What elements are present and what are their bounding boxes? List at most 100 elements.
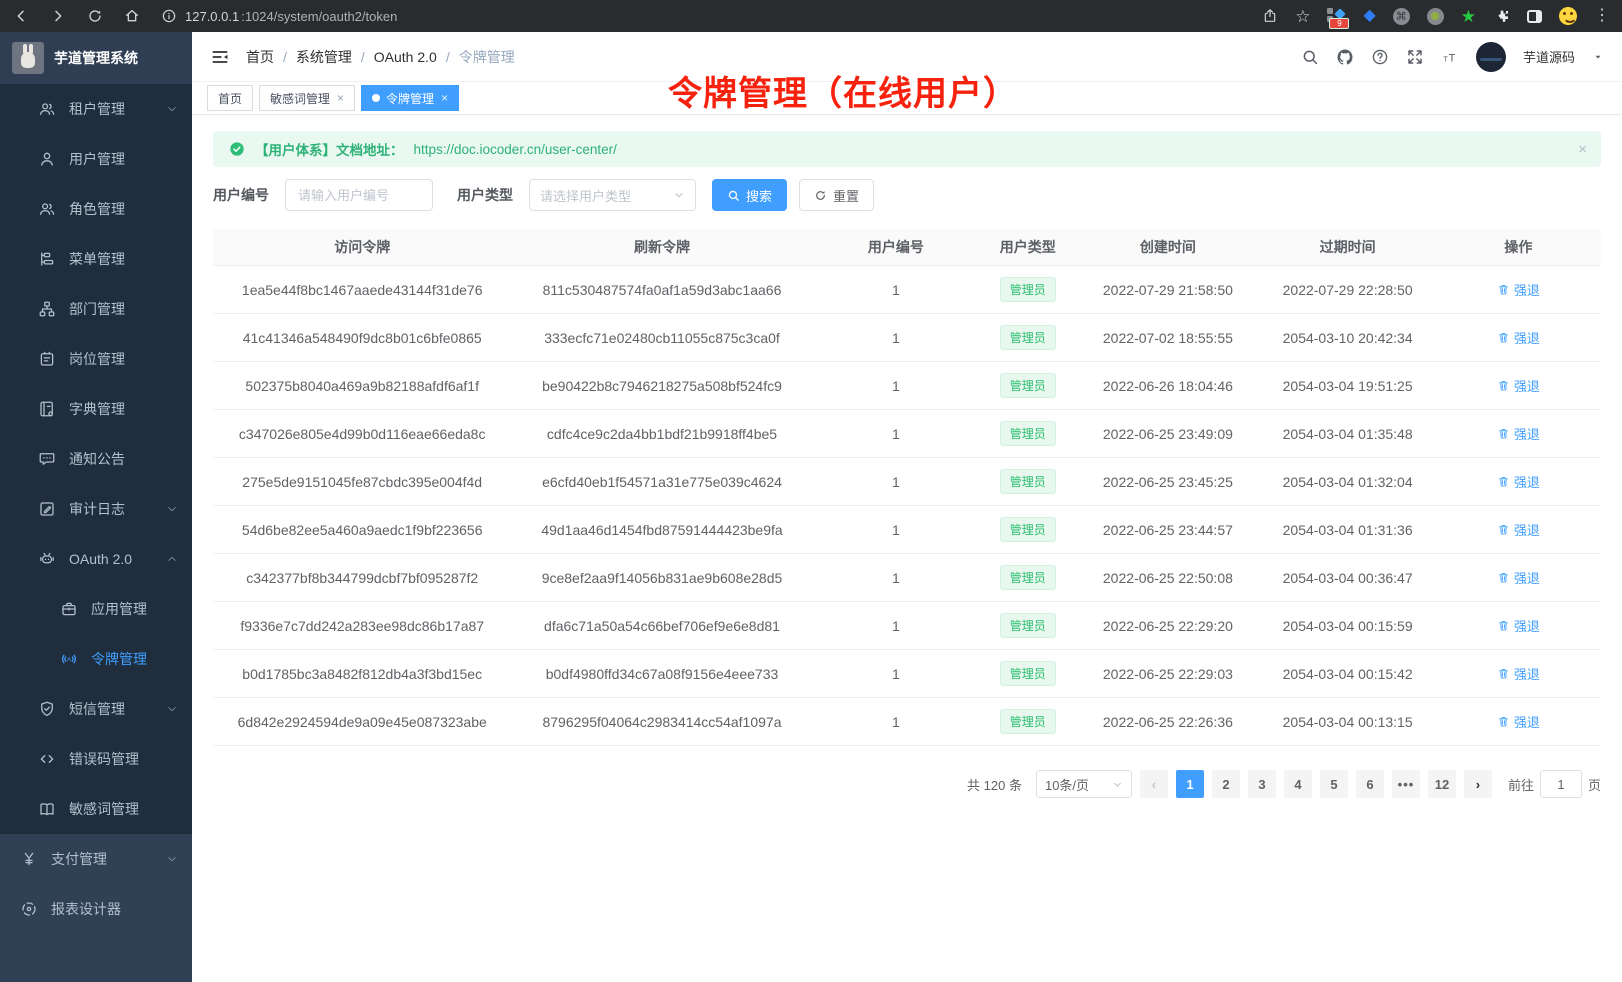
- puzzle-extensions-icon[interactable]: [1493, 8, 1510, 25]
- browser-back-icon[interactable]: [12, 8, 29, 25]
- collapse-sidebar-icon[interactable]: [210, 47, 230, 67]
- message-icon: [38, 450, 56, 468]
- force-logout-button[interactable]: 强退: [1497, 568, 1540, 587]
- user-id-cell: 1: [813, 426, 980, 442]
- tab-0[interactable]: 首页: [207, 85, 253, 111]
- next-page-button[interactable]: ›: [1464, 770, 1492, 798]
- sidebar-item-5[interactable]: 岗位管理: [0, 334, 192, 384]
- sidebar-item-14[interactable]: 敏感词管理: [0, 784, 192, 834]
- profile-avatar-icon[interactable]: [1559, 7, 1577, 25]
- force-logout-button[interactable]: 强退: [1497, 616, 1540, 635]
- column-header-0: 访问令牌: [213, 237, 511, 257]
- page-button-1[interactable]: 1: [1176, 770, 1204, 798]
- force-logout-button[interactable]: 强退: [1497, 328, 1540, 347]
- tab-2[interactable]: 令牌管理×: [361, 85, 459, 111]
- browser-forward-icon[interactable]: [49, 8, 66, 25]
- dot-extension-icon[interactable]: [1427, 8, 1444, 25]
- user-type-select[interactable]: 请选择用户类型: [529, 179, 696, 211]
- sidebar-item-16[interactable]: 报表设计器: [0, 884, 192, 934]
- sidebar-item-6[interactable]: 字典管理: [0, 384, 192, 434]
- force-logout-button[interactable]: 强退: [1497, 520, 1540, 539]
- force-logout-button[interactable]: 强退: [1497, 280, 1540, 299]
- breadcrumb-item-1[interactable]: 系统管理: [296, 47, 352, 67]
- alert-close-icon[interactable]: ×: [1578, 141, 1587, 158]
- force-logout-button[interactable]: 强退: [1497, 664, 1540, 683]
- sidebar-item-12[interactable]: 短信管理: [0, 684, 192, 734]
- share-icon[interactable]: [1261, 8, 1278, 25]
- force-logout-button[interactable]: 强退: [1497, 712, 1540, 731]
- sidebar-item-3[interactable]: 菜单管理: [0, 234, 192, 284]
- sidebar-item-11[interactable]: A令牌管理: [0, 634, 192, 684]
- sidebar-item-8[interactable]: 审计日志: [0, 484, 192, 534]
- page-info-icon[interactable]: [160, 8, 177, 25]
- help-icon[interactable]: [1371, 48, 1389, 66]
- extension-with-badge-icon[interactable]: 9: [1327, 8, 1346, 24]
- refresh-token-cell: dfa6c71a50a54c66bef706ef9e6e8d81: [511, 618, 812, 634]
- app-logo[interactable]: 芋道管理系统: [0, 32, 192, 84]
- prev-page-button[interactable]: ‹: [1140, 770, 1168, 798]
- force-logout-button[interactable]: 强退: [1497, 424, 1540, 443]
- column-header-6: 操作: [1436, 237, 1601, 257]
- user-name[interactable]: 芋道源码: [1523, 47, 1575, 66]
- breadcrumb-item-2[interactable]: OAuth 2.0: [374, 49, 437, 65]
- sidebar-item-label: 审计日志: [69, 499, 125, 519]
- reset-button[interactable]: 重置: [799, 179, 874, 211]
- command-extension-icon[interactable]: ⌘: [1393, 8, 1410, 25]
- page-button-2[interactable]: 2: [1212, 770, 1240, 798]
- tab-1[interactable]: 敏感词管理×: [259, 85, 355, 111]
- browser-reload-icon[interactable]: [86, 8, 103, 25]
- side-panel-icon[interactable]: [1527, 10, 1542, 23]
- page-button-6[interactable]: 6: [1356, 770, 1384, 798]
- sidebar-item-15[interactable]: 支付管理: [0, 834, 192, 884]
- sidebar-item-label: 应用管理: [91, 599, 147, 619]
- user-avatar[interactable]: [1476, 42, 1506, 72]
- sidebar-item-9[interactable]: OAuth 2.0: [0, 534, 192, 584]
- more-pages-button[interactable]: •••: [1392, 770, 1420, 798]
- address-bar[interactable]: 127.0.0.1:1024/system/oauth2/token: [160, 8, 397, 25]
- alert-doc-link[interactable]: https://doc.iocoder.cn/user-center/: [414, 142, 617, 157]
- svg-text:T: T: [1448, 52, 1455, 64]
- search-button[interactable]: 搜索: [712, 179, 787, 211]
- close-tab-icon[interactable]: ×: [441, 91, 448, 105]
- table-row: f9336e7c7dd242a283ee98dc86b17a87dfa6c71a…: [213, 602, 1601, 650]
- goto-page-input[interactable]: [1540, 770, 1582, 798]
- user-type-placeholder: 请选择用户类型: [540, 186, 631, 205]
- breadcrumb-item-0[interactable]: 首页: [246, 47, 274, 67]
- url-path: :1024/system/oauth2/token: [241, 9, 397, 24]
- force-logout-button[interactable]: 强退: [1497, 376, 1540, 395]
- page-size-select[interactable]: 10条/页: [1036, 770, 1132, 798]
- browser-home-icon[interactable]: [123, 8, 140, 25]
- user-type-cell: 管理员: [979, 613, 1076, 638]
- sidebar-item-7[interactable]: 通知公告: [0, 434, 192, 484]
- menu-tree-icon: [38, 250, 56, 268]
- page-button-3[interactable]: 3: [1248, 770, 1276, 798]
- gem-extension-icon[interactable]: ◆: [1363, 8, 1375, 24]
- access-token-cell: 275e5de9151045fe87cbdc395e004f4d: [213, 474, 511, 490]
- github-icon[interactable]: [1336, 48, 1354, 66]
- page-button-4[interactable]: 4: [1284, 770, 1312, 798]
- sidebar-item-1[interactable]: 用户管理: [0, 134, 192, 184]
- access-token-cell: 1ea5e44f8bc1467aaede43144f31de76: [213, 282, 511, 298]
- url-host: 127.0.0.1: [185, 9, 239, 24]
- sidebar-item-13[interactable]: 错误码管理: [0, 734, 192, 784]
- user-type-label: 用户类型: [457, 185, 513, 205]
- font-size-icon[interactable]: TT: [1441, 48, 1459, 66]
- refresh-token-cell: 811c530487574fa0af1a59d3abc1aa66: [511, 282, 812, 298]
- search-icon[interactable]: [1301, 48, 1319, 66]
- sidebar-item-4[interactable]: 部门管理: [0, 284, 192, 334]
- sidebar-item-0[interactable]: 租户管理: [0, 84, 192, 134]
- user-menu-caret-icon[interactable]: [1592, 51, 1604, 63]
- page-button-12[interactable]: 12: [1428, 770, 1456, 798]
- star-extension-icon[interactable]: ★: [1461, 8, 1476, 25]
- force-logout-button[interactable]: 强退: [1497, 472, 1540, 491]
- table-row: 1ea5e44f8bc1467aaede43144f31de76811c5304…: [213, 266, 1601, 314]
- alert-text: 【用户体系】文档地址：: [255, 139, 404, 159]
- fullscreen-icon[interactable]: [1406, 48, 1424, 66]
- sidebar-item-10[interactable]: 应用管理: [0, 584, 192, 634]
- page-button-5[interactable]: 5: [1320, 770, 1348, 798]
- browser-menu-icon[interactable]: ⋮: [1594, 8, 1610, 24]
- user-no-input[interactable]: [285, 179, 433, 211]
- close-tab-icon[interactable]: ×: [337, 91, 344, 105]
- bookmark-star-icon[interactable]: ☆: [1295, 8, 1310, 25]
- sidebar-item-2[interactable]: 角色管理: [0, 184, 192, 234]
